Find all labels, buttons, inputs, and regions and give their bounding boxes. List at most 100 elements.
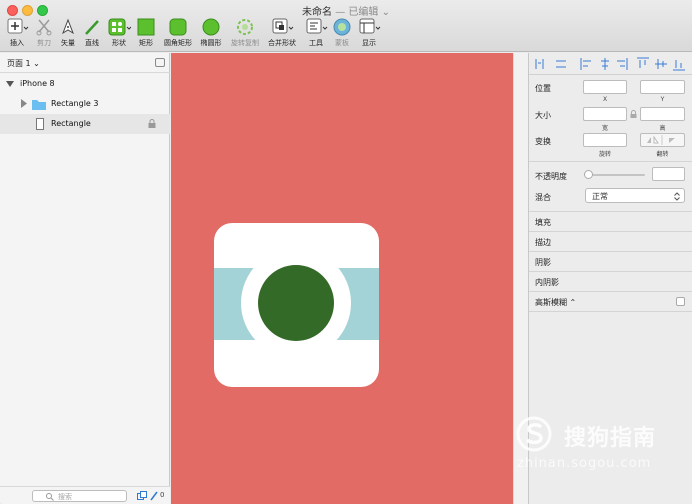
rectangle-layer-icon [36,118,44,130]
distribute-vertical-icon[interactable] [556,60,566,68]
oval-icon [202,18,220,36]
sidebar-footer: 搜索 0 [0,486,170,504]
document-name: 未命名 [302,7,333,18]
line-label: 直线 [85,39,99,47]
transform-label: 变换 [535,137,551,146]
rectangle-button[interactable]: 矩形 [135,18,157,50]
rotate-label: 旋转 [598,151,611,158]
inner-shadow-label: 内阴影 [535,278,559,287]
shapes-icon [108,18,131,36]
layer-rectangle-row[interactable]: Rectangle [0,114,170,134]
lens[interactable] [258,265,334,341]
insert-label: 插入 [10,39,24,47]
view-button[interactable]: 显示 [355,18,383,50]
blend-mode-value: 正常 [592,192,608,201]
position-label: 位置 [535,84,551,93]
rectangle-icon [137,18,155,36]
align-top-icon[interactable] [637,57,649,68]
vector-button[interactable]: 矢量 [57,18,79,50]
layer-search-input[interactable]: 搜索 [32,490,127,502]
align-right-icon[interactable] [617,58,628,70]
rotate-input[interactable] [583,133,627,147]
align-middle-icon[interactable] [655,59,667,69]
insert-button[interactable]: 插入 [3,18,31,50]
page-selector[interactable]: 页面 1 ⌄ [0,53,170,73]
sogou-logo-icon [516,416,552,452]
mask-button[interactable]: 蒙板 [331,18,353,50]
rectangle-label: 矩形 [139,39,153,47]
lock-ratio-icon[interactable] [630,110,637,119]
width-input[interactable] [583,107,627,121]
y-input[interactable] [640,80,685,94]
divider [529,161,692,162]
x-label: X [602,96,608,103]
collapse-pages-icon[interactable] [155,58,165,67]
height-input[interactable] [640,107,685,121]
border-section[interactable]: 描边 [529,231,692,251]
shape-button[interactable]: 形状 [105,18,133,50]
search-icon [46,493,54,501]
flip-buttons[interactable] [640,133,685,147]
shape-label: 形状 [112,39,126,47]
tools-button[interactable]: 工具 [302,18,330,50]
blend-mode-select[interactable]: 正常 [585,188,685,203]
height-label: 高 [659,125,666,132]
align-center-icon[interactable] [601,58,609,70]
opacity-label: 不透明度 [535,172,567,181]
line-button[interactable]: 直线 [81,18,103,50]
size-label: 大小 [535,111,551,120]
lock-icon[interactable] [148,119,156,129]
rotate-copy-button[interactable]: 旋转复制 [227,18,263,50]
rounded-rect-label: 圆角矩形 [164,39,192,47]
rotate-copy-label: 旋转复制 [231,39,259,47]
rounded-rectangle-icon [169,18,187,36]
line-icon [85,20,99,35]
canvas[interactable] [171,53,513,504]
mask-label: 蒙板 [335,39,349,47]
align-toolbar [529,53,692,75]
rounded-rect-button[interactable]: 圆角矩形 [160,18,196,50]
stepper-icon [674,192,680,201]
page-label: 页面 1 ⌄ [7,59,40,68]
search-placeholder: 搜索 [58,493,72,501]
scissors-button[interactable]: 剪刀 [33,18,55,50]
blur-checkbox[interactable] [676,297,685,306]
align-left-icon[interactable] [580,58,591,70]
disclosure-closed-icon[interactable] [20,99,28,109]
align-bottom-icon[interactable] [673,60,685,71]
blur-label[interactable]: 高斯模糊 ⌃ [535,297,576,308]
folder-icon [32,100,46,110]
document-status[interactable]: — 已编辑 ⌄ [335,7,390,18]
width-label: 宽 [601,125,608,132]
x-input[interactable] [583,80,627,94]
watermark-url: zhinan.sogou.com [517,456,652,471]
distribute-horizontal-icon[interactable] [535,59,544,69]
combine-button[interactable]: 合并形状 [264,18,300,50]
export-count: 0 [160,491,165,499]
y-label: Y [660,96,665,103]
sketch-window: 未命名 — 已编辑 ⌄ 插入 剪刀 矢量 直线 形状 矩形 圆角矩形 椭圆形 旋… [0,0,692,504]
opacity-slider-track[interactable] [587,174,645,176]
view-icon [359,18,381,34]
shadow-section[interactable]: 阴影 [529,251,692,271]
artboard-label: iPhone 8 [20,79,55,88]
align-icons [535,57,685,71]
disclosure-open-icon[interactable] [6,80,15,88]
pen-icon [62,18,74,35]
layer-label: Rectangle 3 [51,99,99,108]
opacity-slider-thumb[interactable] [584,170,593,179]
fill-section[interactable]: 填充 [529,211,692,231]
layer-artboard[interactable]: iPhone 8 [0,74,170,94]
brush-icon[interactable] [150,491,158,501]
layer-group-row[interactable]: Rectangle 3 [0,94,170,114]
blur-section[interactable]: 高斯模糊 ⌃ [529,291,692,311]
oval-button[interactable]: 椭圆形 [197,18,225,50]
layer-label: Rectangle [51,119,91,128]
flip-label: 翻转 [656,151,669,158]
view-label: 显示 [362,39,376,47]
opacity-input[interactable] [652,167,685,181]
flip-icons [647,135,675,145]
watermark: 搜狗指南 zhinan.sogou.com [512,414,692,484]
inner-shadow-section[interactable]: 内阴影 [529,271,692,291]
copy-icon[interactable] [137,491,147,501]
